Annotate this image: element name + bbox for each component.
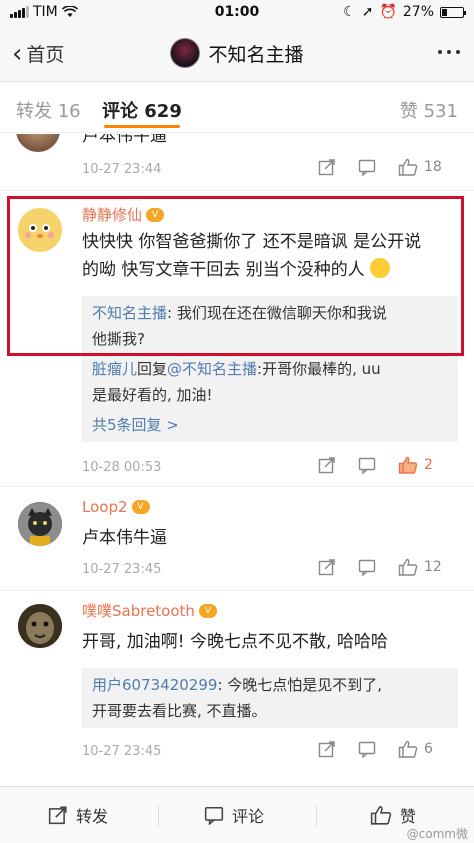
reply-text: : 今晚七点怕是见不到了, [217,676,383,694]
reply-text: 是最好看的, 加油! [92,386,213,404]
comment-icon [358,457,376,474]
like-label: 赞 [400,807,417,826]
comment-text: 卢本伟牛逼 [82,134,167,146]
comment-text: 开哥, 加油啊! 今晚七点不见不散, 哈哈哈 [82,632,388,652]
comment-time: 10-27 23:44 [82,162,162,177]
like-count: 18 [424,159,442,175]
share-button[interactable] [318,558,336,576]
reply-text: 开哥要去看比赛, 不直播。 [92,702,267,720]
like-button[interactable]: 2 [398,456,433,474]
reply-username[interactable]: 用户6073420299 [92,676,217,694]
username: 噗噗Sabretooth [82,602,195,620]
comment-time: 10-27 23:45 [82,744,162,759]
tab-comment[interactable]: 评论 629 [102,97,182,123]
battery-icon [440,6,466,18]
divider [158,805,159,827]
reply-username[interactable]: 脏瘤儿 [92,360,137,378]
like-button[interactable]: 赞 [370,803,416,827]
comment-list[interactable]: 卢本伟牛逼 10-27 23:44 18 静静修仙 V 快快快 你智爸爸撕你了 … [0,134,474,786]
comment-icon [204,807,224,825]
reply-button[interactable] [358,558,376,576]
like-button[interactable]: 18 [398,158,442,176]
divider [0,590,474,591]
comment-button[interactable]: 评论 [204,803,264,827]
highlight-box [7,196,464,356]
share-icon [318,159,335,176]
status-right: ☾ ➚ ⏰ 27% [343,4,466,20]
comment-icon [358,559,376,576]
comment-time: 10-27 23:45 [82,562,162,577]
alarm-icon: ⏰ [379,4,397,20]
reply-connector: 回复 [137,360,168,378]
bottom-action-bar: 转发 评论 赞 @comm微 [0,786,474,843]
location-icon: ➚ [361,4,374,20]
avatar[interactable] [16,134,60,152]
comment-username[interactable]: 噗噗Sabretooth V [82,600,217,621]
reply-mention[interactable]: @不知名主播 [167,360,257,378]
like-count: 12 [424,559,442,575]
reply-button[interactable] [358,456,376,474]
nav-bar: ‹ 首页 不知名主播 [0,26,474,82]
avatar [170,38,201,68]
more-icon[interactable] [438,50,460,54]
tiger-avatar-icon [18,604,62,648]
more-replies-link[interactable]: 共5条回复 > [92,412,448,438]
battery-percent: 27% [402,4,434,20]
share-button[interactable] [318,158,336,176]
comment-label: 评论 [232,807,265,826]
watermark: @comm微 [406,827,468,841]
comment-actions: 2 [318,456,433,474]
divider [316,805,317,827]
vip-badge-icon: V [198,603,217,618]
like-count: 2 [424,457,433,473]
comment-actions: 18 [318,158,442,176]
like-button[interactable]: 12 [398,558,442,576]
comment-username[interactable]: Loop2 V [82,498,150,516]
comment-actions: 6 [318,740,433,758]
thumbs-up-icon [398,740,418,758]
cat-avatar-icon [18,502,62,546]
share-button[interactable] [318,456,336,474]
share-button[interactable] [318,740,336,758]
tab-like[interactable]: 赞 531 [400,97,458,123]
repost-button[interactable]: 转发 [48,803,108,827]
thumbs-up-icon [398,158,418,176]
divider [0,190,474,191]
thumbs-up-icon [398,558,418,576]
comment-text: 卢本伟牛逼 [82,528,167,548]
share-icon [48,806,67,825]
thumbs-up-icon [398,456,418,474]
username: Loop2 [82,498,128,516]
share-icon [318,457,335,474]
reply-button[interactable] [358,158,376,176]
page-title: 不知名主播 [208,43,304,66]
avatar[interactable] [18,604,62,648]
tab-bar: 转发 16 评论 629 赞 531 [0,83,474,133]
vip-badge-icon: V [131,500,150,514]
reply-text: :开哥你最棒的, uu [257,360,381,378]
nav-title-group[interactable]: 不知名主播 [0,38,474,68]
thumbs-up-icon [370,805,392,825]
tab-indicator [104,125,180,128]
like-count: 6 [424,741,433,757]
reply-button[interactable] [358,740,376,758]
like-button[interactable]: 6 [398,740,433,758]
status-bar: TIM 01:00 ☾ ➚ ⏰ 27% [0,0,474,26]
tab-repost[interactable]: 转发 16 [16,97,81,123]
share-icon [318,559,335,576]
comment-time: 10-28 00:53 [82,460,162,475]
comment-actions: 12 [318,558,442,576]
repost-label: 转发 [76,807,109,826]
divider [0,486,474,487]
avatar[interactable] [18,502,62,546]
moon-icon: ☾ [343,4,356,20]
share-icon [318,741,335,758]
comment-icon [358,741,376,758]
comment-icon [358,159,376,176]
reply-preview[interactable]: 用户6073420299: 今晚七点怕是见不到了, 开哥要去看比赛, 不直播。 [82,668,458,728]
